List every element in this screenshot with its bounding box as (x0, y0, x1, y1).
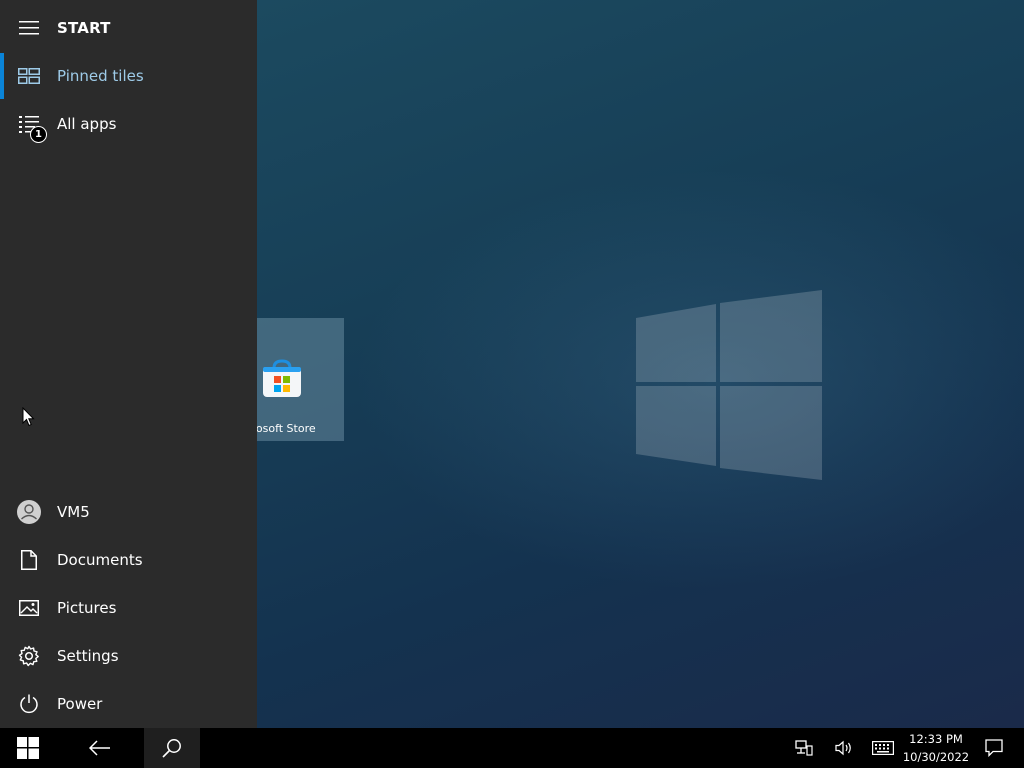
keyboard-tray-button[interactable] (868, 728, 898, 768)
nav-label: VM5 (57, 503, 90, 521)
gear-icon (17, 644, 41, 668)
notification-badge: 1 (30, 126, 47, 143)
nav-user-account[interactable]: VM5 (0, 488, 257, 536)
windows-wallpaper-logo (636, 290, 822, 480)
start-button[interactable] (0, 728, 56, 768)
start-menu-panel: START Pinned tiles All apps 1 VM5 Docume… (0, 0, 257, 728)
store-bag-icon (263, 359, 301, 397)
nav-label: Settings (57, 647, 119, 665)
volume-icon (835, 740, 851, 756)
windows-logo-icon (17, 737, 39, 759)
nav-documents[interactable]: Documents (0, 536, 257, 584)
nav-label: Power (57, 695, 103, 713)
taskbar-clock[interactable]: 12:33 PM 10/30/2022 (898, 730, 974, 766)
keyboard-icon (872, 741, 894, 755)
taskbar: 12:33 PM 10/30/2022 (0, 728, 1024, 768)
network-tray-button[interactable] (790, 728, 818, 768)
start-menu-toggle[interactable]: START (0, 4, 257, 52)
document-icon (17, 548, 41, 572)
mouse-cursor-icon (22, 407, 35, 427)
network-icon (795, 740, 813, 756)
user-avatar-icon (17, 500, 41, 524)
pinned-tiles-icon (17, 64, 41, 88)
nav-label: Pinned tiles (57, 67, 144, 85)
search-button[interactable] (144, 728, 200, 768)
back-arrow-icon (89, 740, 110, 756)
back-button[interactable] (72, 728, 128, 768)
action-center-button[interactable] (980, 728, 1008, 768)
nav-pinned-tiles[interactable]: Pinned tiles (0, 52, 257, 100)
tile-label: Microsoft Store (257, 422, 316, 435)
nav-label: All apps (57, 115, 117, 133)
hamburger-menu-icon (17, 16, 41, 40)
pictures-icon (17, 596, 41, 620)
clock-date: 10/30/2022 (902, 750, 970, 764)
nav-settings[interactable]: Settings (0, 632, 257, 680)
volume-tray-button[interactable] (830, 728, 858, 768)
nav-label: Pictures (57, 599, 117, 617)
power-icon (17, 692, 41, 716)
clock-time: 12:33 PM (909, 732, 963, 746)
tile-microsoft-store[interactable]: Microsoft Store (257, 318, 344, 441)
nav-pictures[interactable]: Pictures (0, 584, 257, 632)
search-icon (162, 739, 181, 758)
nav-power[interactable]: Power (0, 680, 257, 728)
nav-label: Documents (57, 551, 143, 569)
start-title: START (57, 19, 111, 37)
notification-icon (985, 739, 1003, 757)
